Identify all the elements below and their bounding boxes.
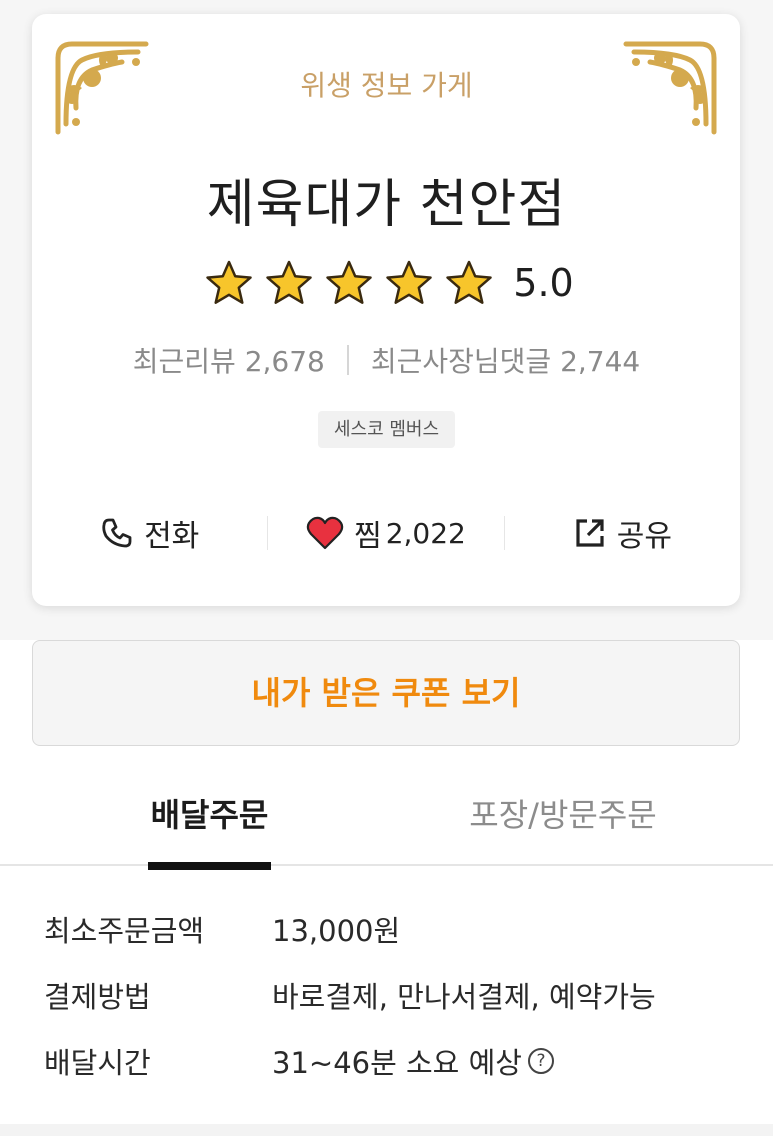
store-name: 제육대가 천안점 [206, 175, 567, 235]
star-icon [326, 260, 373, 304]
star-icon [206, 260, 253, 304]
call-button[interactable]: 전화 [32, 511, 267, 555]
info-row-delivery-time: 배달시간 31~46분 소요 예상 ? [44, 1040, 744, 1106]
action-bar: 전화 찜 2,022 공유 [32, 500, 740, 566]
heart-icon [306, 516, 344, 550]
like-button[interactable]: 찜 2,022 [268, 511, 503, 555]
share-icon [576, 519, 604, 547]
info-value: 바로결제, 만나서결제, 예약가능 [272, 974, 656, 1016]
share-label: 공유 [616, 519, 672, 554]
member-badge: 세스코 멤버스 [318, 411, 455, 448]
info-label: 결제방법 [44, 980, 151, 1014]
star-icon [266, 260, 313, 304]
info-value: 13,000원 [272, 908, 400, 950]
star-icon [386, 260, 433, 304]
recent-owner-replies[interactable]: 최근사장님댓글 2,744 [371, 340, 640, 380]
info-label: 배달시간 [44, 1046, 151, 1080]
review-stats: 최근리뷰 2,678 최근사장님댓글 2,744 [0, 340, 773, 380]
hygiene-label: 위생 정보 가게 [300, 69, 473, 102]
delivery-info: 최소주문금액 13,000원 결제방법 바로결제, 만나서결제, 예약가능 배달… [44, 908, 744, 1106]
share-button[interactable]: 공유 [505, 511, 740, 555]
phone-icon [102, 518, 132, 548]
info-value-text: 13,000원 [272, 914, 401, 948]
info-row-payment: 결제방법 바로결제, 만나서결제, 예약가능 [44, 974, 744, 1040]
recent-reviews[interactable]: 최근리뷰 2,678 [133, 340, 325, 380]
section-divider [0, 1124, 773, 1136]
info-value-text: 바로결제, 만나서결제, 예약가능 [272, 980, 656, 1014]
info-row-min-order: 최소주문금액 13,000원 [44, 908, 744, 974]
info-value: 31~46분 소요 예상 ? [272, 1040, 554, 1082]
info-label: 최소주문금액 [44, 914, 205, 948]
like-count: 2,022 [385, 516, 466, 550]
order-type-tabs: 배달주문 포장/방문주문 [0, 790, 773, 870]
like-label: 찜 [354, 519, 382, 554]
call-label: 전화 [144, 519, 200, 554]
view-coupons-button[interactable]: 내가 받은 쿠폰 보기 [32, 640, 740, 746]
rating-value: 5.0 [513, 261, 574, 305]
tab-delivery[interactable]: 배달주문 [148, 790, 271, 870]
rating-row: 5.0 [0, 258, 773, 308]
info-value-text: 31~46분 소요 예상 [272, 1046, 522, 1080]
star-icon [446, 260, 493, 304]
help-icon[interactable]: ? [527, 1048, 554, 1074]
tab-pickup[interactable]: 포장/방문주문 [440, 790, 686, 864]
stats-divider [346, 345, 349, 375]
